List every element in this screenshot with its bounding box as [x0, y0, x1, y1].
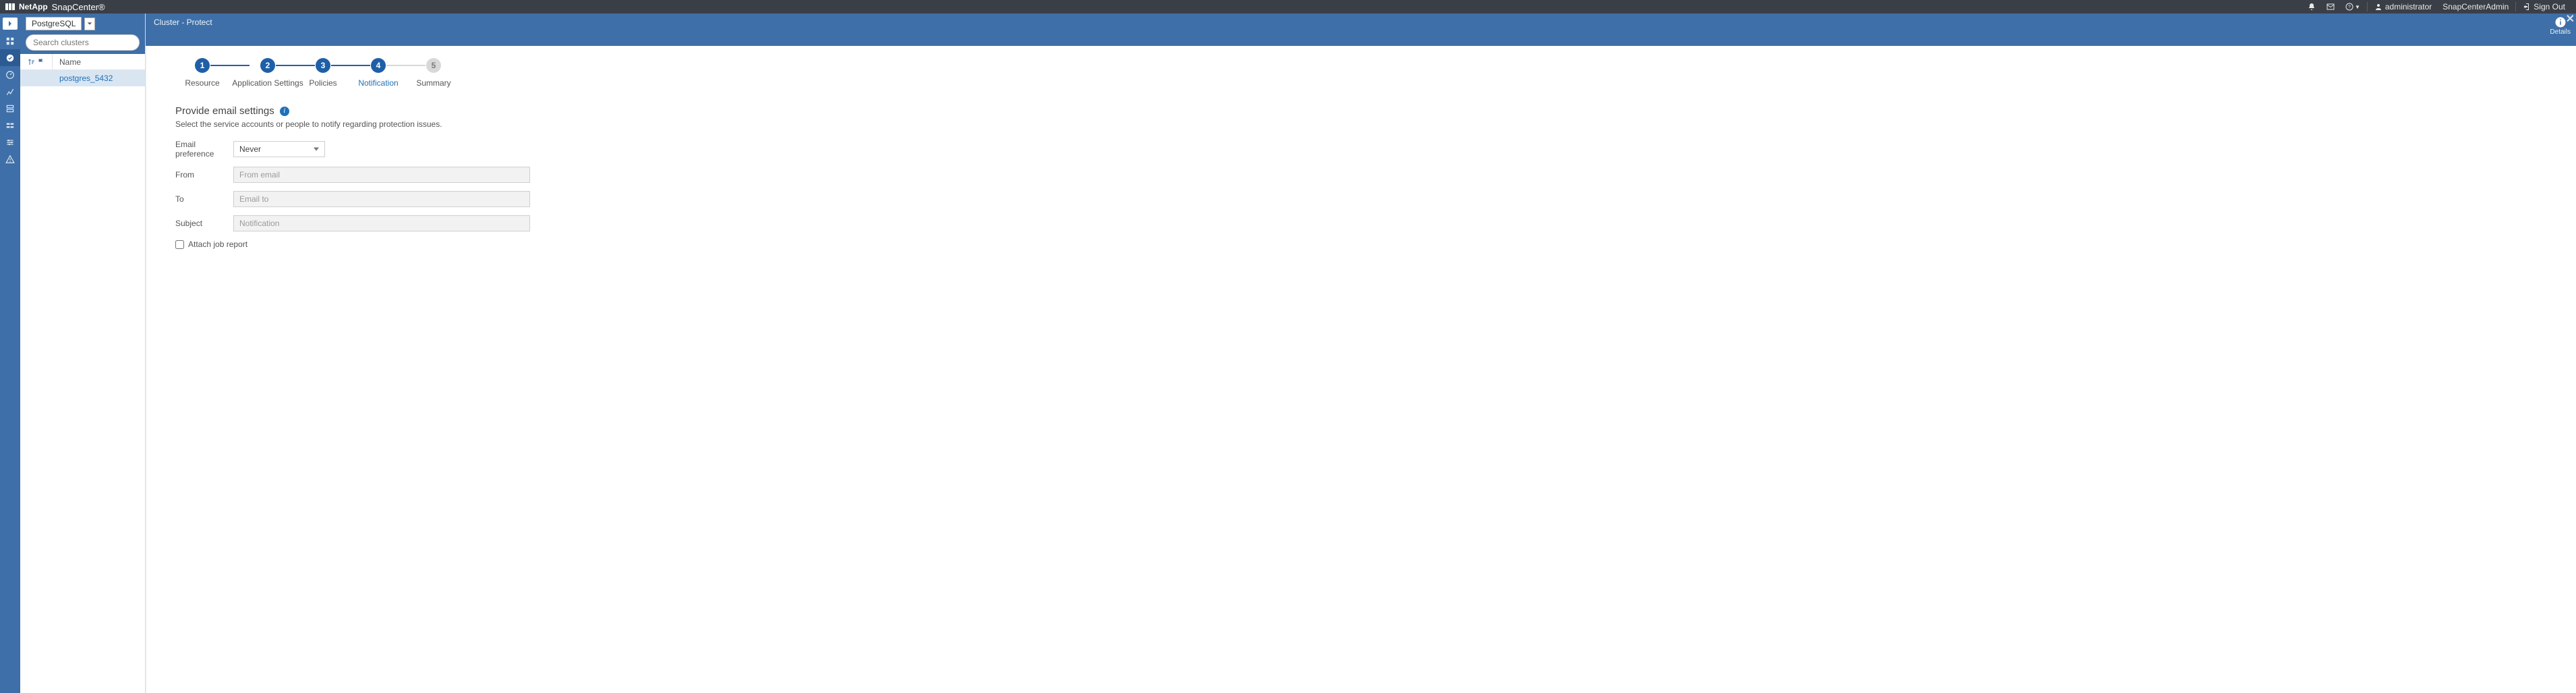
shield-check-icon	[5, 53, 15, 63]
caret-down-icon: ▼	[2355, 4, 2360, 10]
brand-company: NetApp	[19, 2, 48, 11]
flag-icon	[37, 58, 45, 66]
resource-panel-top: PostgreSQL	[20, 13, 145, 54]
nav-hosts[interactable]	[0, 100, 20, 117]
section-title: Provide email settings i	[175, 105, 2556, 117]
wizard-step-number: 1	[195, 58, 210, 73]
wizard-step-label: Summary	[416, 78, 450, 88]
wizard-step-appsettings[interactable]: 2 Application Settings	[231, 58, 305, 88]
email-pref-label: Email preference	[175, 140, 233, 159]
nav-settings[interactable]	[0, 134, 20, 150]
resource-row[interactable]: postgres_5432	[20, 70, 145, 86]
to-input[interactable]	[233, 191, 530, 207]
notifications-button[interactable]	[2302, 0, 2321, 13]
nav-expand-button[interactable]	[3, 18, 18, 30]
to-label: To	[175, 194, 233, 204]
grid-icon	[5, 36, 15, 46]
resource-row-name: postgres_5432	[53, 74, 113, 83]
main-header: Cluster - Protect ✕ Details	[146, 13, 2576, 46]
nav-reports[interactable]	[0, 83, 20, 100]
warning-icon	[5, 155, 15, 164]
svg-text:?: ?	[2348, 5, 2351, 10]
caret-down-icon	[87, 21, 92, 26]
details-label: Details	[2550, 28, 2571, 36]
attach-report-label: Attach job report	[188, 240, 247, 249]
wizard-step-number: 2	[260, 58, 275, 73]
nav-dashboard[interactable]	[0, 32, 20, 49]
info-icon[interactable]: i	[280, 107, 289, 116]
sliders-icon	[5, 138, 15, 147]
attach-report-checkbox[interactable]	[175, 240, 184, 249]
wizard-step-number: 4	[371, 58, 386, 73]
section-subtitle: Select the service accounts or people to…	[175, 119, 2556, 129]
email-pref-value: Never	[239, 144, 261, 154]
chevron-right-icon	[6, 20, 14, 28]
plugin-select-label: PostgreSQL	[32, 19, 76, 28]
wizard-step-notification[interactable]: 4 Notification	[351, 58, 405, 88]
from-input[interactable]	[233, 167, 530, 183]
storage-icon	[5, 121, 15, 130]
from-label: From	[175, 170, 233, 179]
details-button[interactable]: Details	[2550, 16, 2571, 36]
wizard-step-policies[interactable]: 3 Policies	[296, 58, 350, 88]
subject-label: Subject	[175, 219, 233, 228]
user-menu[interactable]: administrator	[2369, 0, 2437, 13]
wizard-step-resource[interactable]: 1 Resource	[175, 58, 229, 88]
resource-panel: PostgreSQL Name postgres_5432	[20, 13, 146, 693]
wizard-step-number: 3	[316, 58, 330, 73]
role-label[interactable]: SnapCenterAdmin	[2437, 0, 2514, 13]
help-icon: ?	[2345, 3, 2353, 11]
wizard-step-label: Resource	[185, 78, 219, 88]
plugin-select-caret[interactable]	[84, 18, 95, 30]
nav-alerts[interactable]	[0, 150, 20, 167]
main-area: Cluster - Protect ✕ Details 1 Resource 2…	[146, 13, 2576, 693]
bell-icon	[2308, 3, 2316, 11]
user-name: administrator	[2385, 2, 2432, 11]
nav-monitor[interactable]	[0, 66, 20, 83]
messages-button[interactable]	[2321, 0, 2340, 13]
column-name[interactable]: Name	[53, 57, 81, 67]
search-input[interactable]	[26, 34, 140, 51]
wizard-step-summary[interactable]: 5 Summary	[407, 58, 461, 88]
resource-list-header: Name	[20, 54, 145, 70]
breadcrumb: Cluster - Protect	[154, 18, 2568, 27]
hosts-icon	[5, 104, 15, 113]
nav-rail	[0, 13, 20, 693]
netapp-logo-icon	[5, 2, 15, 11]
brand: NetApp SnapCenter®	[5, 2, 105, 12]
brand-product: SnapCenter®	[52, 2, 105, 12]
wizard-step-number: 5	[426, 58, 441, 73]
subject-input[interactable]	[233, 215, 530, 231]
user-icon	[2374, 3, 2382, 11]
plugin-select[interactable]: PostgreSQL	[26, 17, 82, 30]
signout-icon	[2523, 3, 2531, 11]
wizard-step-label: Notification	[358, 78, 398, 88]
gauge-icon	[5, 70, 15, 80]
wizard-step-label: Policies	[309, 78, 336, 88]
chart-icon	[5, 87, 15, 96]
mail-icon	[2326, 3, 2335, 11]
info-icon	[2554, 16, 2567, 28]
sort-icon	[28, 58, 36, 66]
email-pref-select[interactable]: Never	[233, 141, 325, 157]
wizard-steps: 1 Resource 2 Application Settings 3 Poli…	[175, 58, 2556, 88]
nav-storage[interactable]	[0, 117, 20, 134]
help-button[interactable]: ? ▼	[2340, 0, 2366, 13]
sort-button[interactable]	[20, 54, 53, 70]
wizard-step-label: Application Settings	[232, 78, 303, 88]
sign-out-button[interactable]: Sign Out	[2517, 0, 2571, 13]
nav-resources[interactable]	[0, 49, 20, 66]
app-header: NetApp SnapCenter® ? ▼ administrator Sna…	[0, 0, 2576, 13]
